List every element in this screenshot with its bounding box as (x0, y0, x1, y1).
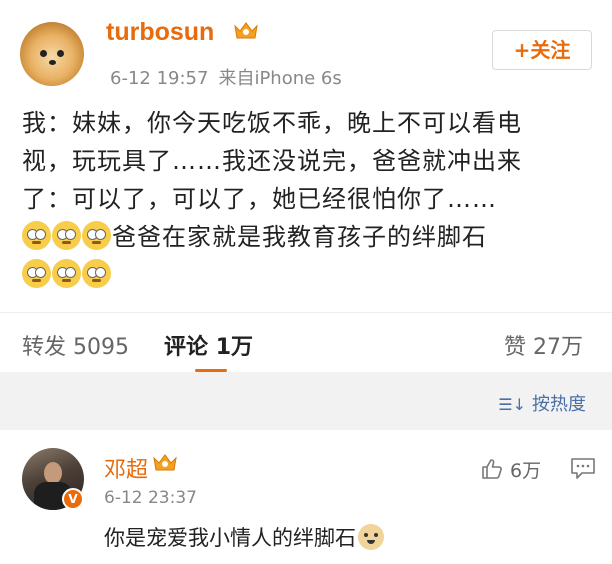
post-text-line: 我：妹妹，你今天吃饭不乖，晚上不可以看电 (22, 109, 522, 137)
vip-crown-icon (234, 22, 258, 39)
eye-roll-emoji-icon (82, 259, 111, 288)
weibo-post: turbosun 6-12 19:57 来自iPhone 6s +关注 我：妹妹，… (0, 0, 612, 300)
eye-roll-emoji-icon (52, 221, 81, 250)
comment-text-body: 你是宠爱我小情人的绊脚石 (104, 526, 356, 550)
tab-like[interactable]: 赞 27万 (504, 329, 583, 361)
doge-emoji-icon (358, 524, 384, 550)
vip-crown-icon (153, 454, 177, 471)
verified-v-icon: V (62, 488, 84, 510)
username[interactable]: turbosun (106, 18, 214, 47)
eye-roll-emoji-icon (52, 259, 81, 288)
eye-roll-emoji-icon (82, 221, 111, 250)
post-meta: 6-12 19:57 来自iPhone 6s (110, 64, 352, 90)
post-text-line: 了：可以了，可以了，她已经很怕你了…… (22, 185, 497, 213)
tab-comment[interactable]: 评论 1万 (164, 329, 253, 361)
post-text-tail: 爸爸在家就是我教育孩子的绊脚石 (112, 223, 487, 251)
comment-item: V 邓超 6-12 23:37 你是宠爱我小情人的绊脚石 6万 (0, 430, 612, 564)
comment-sort-bar: ☰↓ 按热度 (0, 372, 612, 430)
repost-count: 5095 (73, 335, 130, 360)
like-count: 27万 (533, 335, 584, 360)
eye-roll-emoji-icon (22, 259, 51, 288)
comment-count: 1万 (215, 335, 253, 360)
repost-label: 转发 (22, 335, 67, 360)
post-source: 来自iPhone 6s (218, 68, 342, 89)
like-label: 赞 (504, 335, 527, 360)
comment-text: 你是宠爱我小情人的绊脚石 (104, 522, 384, 552)
sort-icon: ☰↓ (498, 395, 526, 414)
thumbs-up-icon (482, 459, 502, 479)
tab-repost[interactable]: 转发 5095 (22, 329, 129, 361)
sort-by-heat-button[interactable]: ☰↓ 按热度 (498, 390, 586, 416)
post-stats-bar: 转发 5095 评论 1万 赞 27万 (0, 312, 612, 372)
emoji-line (22, 256, 592, 294)
comment-date: 6-12 23:37 (104, 488, 197, 508)
comment-like-button[interactable]: 6万 (480, 456, 541, 483)
comment-label: 评论 (164, 335, 209, 360)
post-text-line: 爸爸在家就是我教育孩子的绊脚石 (22, 218, 592, 256)
post-text-line: 视，玩玩具了……我还没说完，爸爸就冲出来 (22, 147, 522, 175)
commenter-name[interactable]: 邓超 (104, 452, 148, 484)
sort-label: 按热度 (532, 394, 586, 415)
eye-roll-emoji-icon (22, 221, 51, 250)
user-avatar[interactable] (20, 22, 84, 86)
comment-like-count: 6万 (510, 460, 542, 482)
post-date: 6-12 19:57 (110, 68, 209, 89)
reply-comment-icon[interactable] (570, 456, 596, 480)
follow-button[interactable]: +关注 (492, 30, 592, 70)
post-content: 我：妹妹，你今天吃饭不乖，晚上不可以看电 视，玩玩具了……我还没说完，爸爸就冲出… (22, 104, 592, 294)
